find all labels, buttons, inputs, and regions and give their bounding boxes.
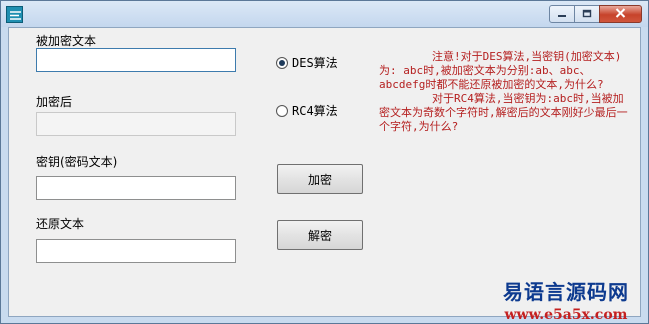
encrypt-button[interactable]: 加密	[277, 164, 363, 194]
minimize-button[interactable]	[549, 5, 575, 23]
client-area: 被加密文本 加密后 密钥(密码文本) 还原文本 DES算法 RC4算法 加密 解…	[8, 27, 641, 323]
app-icon[interactable]	[6, 6, 23, 23]
ciphertext-label: 加密后	[36, 95, 73, 109]
radio-rc4[interactable]: RC4算法	[276, 102, 338, 119]
maximize-button[interactable]	[574, 5, 600, 23]
plaintext-input[interactable]	[36, 48, 236, 72]
maximize-icon	[582, 7, 592, 21]
close-icon	[615, 7, 626, 21]
title-bar[interactable]	[1, 1, 648, 27]
radio-des[interactable]: DES算法	[276, 54, 338, 71]
key-input[interactable]	[36, 176, 236, 200]
decrypt-button[interactable]: 解密	[277, 220, 363, 250]
radio-rc4-indicator[interactable]	[276, 104, 288, 117]
radio-rc4-label: RC4算法	[292, 104, 338, 118]
ciphertext-input[interactable]	[36, 112, 236, 136]
watermark-name: 易语言源码网	[503, 280, 629, 304]
radio-des-indicator[interactable]	[276, 56, 288, 69]
close-button[interactable]	[599, 5, 642, 23]
watermark-url: www.e5a5x.com	[504, 307, 628, 323]
restored-label: 还原文本	[36, 217, 85, 231]
radio-des-label: DES算法	[292, 56, 338, 70]
minimize-icon	[557, 7, 567, 21]
site-watermark: 易语言源码网 www.e5a5x.com	[491, 276, 641, 323]
plaintext-label: 被加密文本	[36, 34, 97, 48]
key-label: 密钥(密码文本)	[36, 155, 118, 169]
note-text: 注意!对于DES算法,当密钥(加密文本)为: abc时,被加密文本为分别:ab、…	[379, 50, 628, 133]
app-window: 被加密文本 加密后 密钥(密码文本) 还原文本 DES算法 RC4算法 加密 解…	[0, 0, 649, 324]
restored-input[interactable]	[36, 239, 236, 263]
